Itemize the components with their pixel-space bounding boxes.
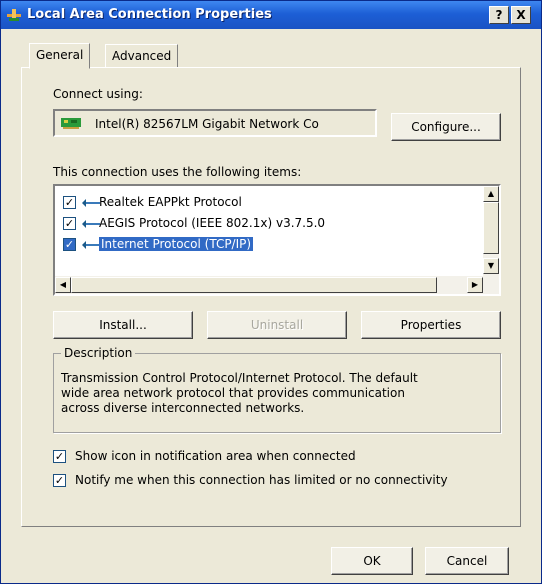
show-icon-label: Show icon in notification area when conn… — [75, 449, 356, 463]
description-text: Transmission Control Protocol/Internet P… — [61, 371, 491, 416]
network-card-icon — [61, 118, 81, 129]
uninstall-button: Uninstall — [207, 311, 347, 339]
properties-dialog: Local Area Connection Properties ? X Gen… — [0, 0, 542, 584]
show-icon-checkbox[interactable]: ✓ — [53, 450, 66, 463]
description-legend: Description — [61, 346, 136, 360]
item-checkbox[interactable]: ✓ — [63, 217, 76, 230]
item-checkbox[interactable]: ✓ — [63, 238, 76, 251]
ok-button[interactable]: OK — [331, 547, 413, 575]
tab-advanced[interactable]: Advanced — [105, 44, 179, 68]
description-line: across diverse interconnected networks. — [61, 401, 305, 415]
notify-label: Notify me when this connection has limit… — [75, 473, 448, 487]
list-item[interactable]: ✓ AEGIS Protocol (IEEE 802.1x) v3.7.5.0 — [59, 215, 479, 233]
adapter-name: Intel(R) 82567LM Gigabit Network Co — [95, 117, 319, 131]
notify-checkbox[interactable]: ✓ — [53, 474, 66, 487]
list-item[interactable]: ✓ Realtek EAPPkt Protocol — [59, 194, 479, 212]
close-button[interactable]: X — [511, 6, 531, 24]
network-connection-icon — [7, 9, 21, 21]
title-bar[interactable]: Local Area Connection Properties ? X — [1, 1, 541, 29]
protocol-icon — [82, 241, 100, 249]
scroll-left-button[interactable]: ◀ — [55, 277, 71, 293]
horizontal-scrollbar[interactable]: ◀ ▶ — [55, 276, 499, 294]
item-label: Internet Protocol (TCP/IP) — [99, 237, 254, 251]
scroll-thumb[interactable] — [483, 202, 499, 254]
protocol-icon — [82, 220, 100, 228]
items-listbox[interactable]: ✓ Realtek EAPPkt Protocol ✓ AEGIS Protoc… — [53, 184, 501, 296]
list-item-selected[interactable]: ✓ Internet Protocol (TCP/IP) — [59, 236, 479, 254]
scroll-up-button[interactable]: ▲ — [483, 186, 499, 202]
item-label: AEGIS Protocol (IEEE 802.1x) v3.7.5.0 — [99, 216, 326, 230]
install-button[interactable]: Install... — [53, 311, 193, 339]
connect-using-label: Connect using: — [53, 87, 143, 101]
protocol-icon — [82, 199, 100, 207]
item-label: Realtek EAPPkt Protocol — [99, 195, 242, 209]
adapter-field: Intel(R) 82567LM Gigabit Network Co — [53, 109, 377, 137]
configure-button[interactable]: Configure... — [391, 113, 501, 141]
properties-button[interactable]: Properties — [361, 311, 501, 339]
scroll-down-button[interactable]: ▼ — [483, 258, 499, 274]
help-button[interactable]: ? — [489, 6, 509, 24]
window-title: Local Area Connection Properties — [27, 7, 272, 22]
item-checkbox[interactable]: ✓ — [63, 196, 76, 209]
vertical-scrollbar[interactable]: ▲ ▼ — [483, 186, 499, 276]
items-label: This connection uses the following items… — [53, 165, 302, 179]
scroll-right-button[interactable]: ▶ — [467, 277, 483, 293]
tab-general[interactable]: General — [29, 43, 91, 69]
description-line: Transmission Control Protocol/Internet P… — [61, 371, 418, 385]
horizontal-scroll-thumb[interactable] — [71, 277, 437, 293]
description-line: wide area network protocol that provides… — [61, 386, 405, 400]
cancel-button[interactable]: Cancel — [425, 547, 509, 575]
